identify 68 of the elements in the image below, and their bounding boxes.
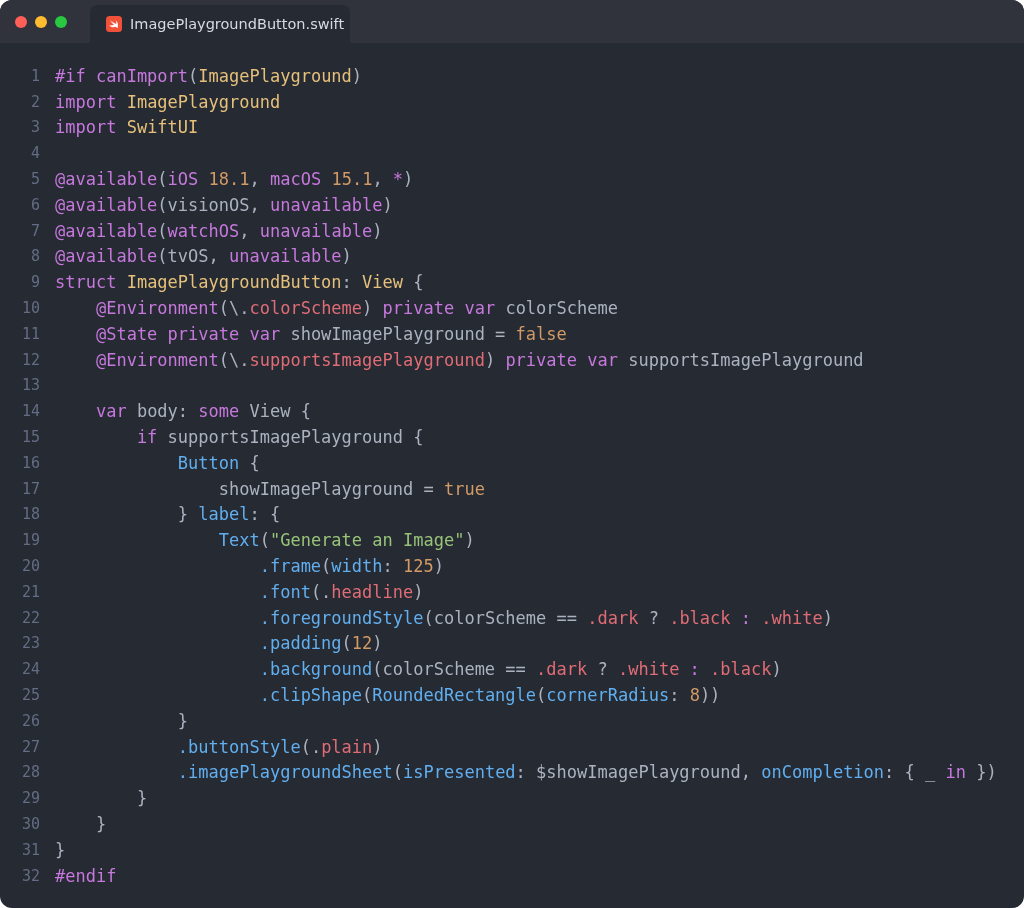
- line-number: 25: [20, 686, 40, 704]
- code-line: .padding(12): [258, 633, 383, 654]
- line-number: 11: [20, 324, 40, 343]
- line-number: 2: [29, 92, 40, 111]
- line-number: 22: [20, 608, 40, 627]
- close-button[interactable]: [15, 15, 27, 28]
- line-number: 19: [20, 531, 40, 550]
- line-number: 24: [20, 660, 40, 679]
- line-number: 26: [20, 711, 40, 730]
- code-line: .clipShape(RoundedRectangle(cornerRadius: 8)): [258, 685, 721, 705]
- line-number: 16: [20, 453, 40, 472]
- code-line: @Environment(\.supportsImagePlayground) private var supportsImagePlayground: [94, 349, 864, 370]
- minimize-button[interactable]: [35, 15, 47, 28]
- tab-title: ImagePlaygroundButton.swift: [130, 16, 345, 32]
- code-line: }: [94, 814, 107, 834]
- line-number: 20: [20, 557, 40, 576]
- code-line: @State private var showImagePlayground = false: [94, 323, 567, 344]
- line-number: 12: [20, 350, 40, 369]
- line-number: 10: [20, 299, 40, 318]
- line-number: 17: [20, 479, 40, 498]
- line-number: 23: [20, 634, 40, 653]
- code-line: }: [135, 788, 148, 809]
- code-line: @available(iOS 18.1, macOS 15.1, *): [55, 169, 414, 190]
- code-line: import ImagePlayground: [55, 91, 281, 112]
- line-number: 4: [29, 144, 40, 163]
- code-line: if supportsImagePlayground {: [135, 427, 424, 448]
- line-number: 32: [20, 866, 40, 885]
- code-line: .font(.headline): [258, 581, 424, 602]
- code-line: .imagePlaygroundSheet(isPresented: $showImagePlayground, onCompletion: { _ in }): [176, 762, 997, 783]
- code-line: @available(visionOS, unavailable): [55, 194, 393, 215]
- line-number: 14: [20, 402, 40, 421]
- line-number: 6: [29, 195, 40, 214]
- file-tab[interactable]: ImagePlaygroundButton.swift: [90, 5, 350, 43]
- code-line: } label: {: [176, 504, 281, 525]
- line-number: 28: [20, 763, 40, 782]
- line-number: 31: [20, 840, 40, 859]
- line-number: 30: [20, 815, 40, 833]
- code-line: }: [55, 839, 66, 860]
- code-line: Button {: [176, 452, 260, 473]
- line-number: 18: [20, 505, 40, 524]
- code-line: .background(colorScheme == .dark ? .white : .black): [258, 659, 782, 680]
- code-line: var body: some View {: [94, 401, 311, 422]
- line-number: 7: [29, 221, 40, 240]
- line-number: 3: [29, 118, 40, 137]
- code-line: #if canImport(ImagePlayground): [55, 65, 363, 86]
- code-line: @available(watchOS, unavailable): [55, 220, 383, 241]
- code-line: struct ImagePlaygroundButton: View {: [55, 272, 424, 293]
- swift-file-icon: [106, 16, 122, 32]
- line-number: 9: [29, 273, 40, 292]
- code-line: import SwiftUI: [55, 117, 199, 138]
- code-line: .frame(width: 125): [258, 556, 444, 577]
- code-line: #endif: [55, 865, 117, 886]
- line-number: 27: [20, 737, 40, 756]
- line-number: 5: [29, 170, 40, 189]
- code-line: Text("Generate an Image"): [217, 530, 475, 551]
- line-number: 29: [20, 789, 40, 808]
- code-line: }: [176, 710, 189, 731]
- code-line: @available(tvOS, unavailable): [55, 246, 352, 267]
- code-line: .foregroundStyle(colorScheme == .dark ? .black : .white): [258, 607, 833, 628]
- code-line: showImagePlayground = true: [217, 478, 485, 499]
- line-number: 21: [20, 582, 40, 601]
- line-number: 8: [29, 247, 40, 266]
- line-number: 15: [20, 428, 40, 447]
- code-line: @Environment(\.colorScheme) private var colorScheme: [94, 298, 618, 319]
- code-line: .buttonStyle(.plain): [176, 736, 383, 757]
- line-number: 1: [29, 66, 40, 85]
- zoom-button[interactable]: [55, 15, 67, 28]
- line-number: 13: [20, 376, 40, 395]
